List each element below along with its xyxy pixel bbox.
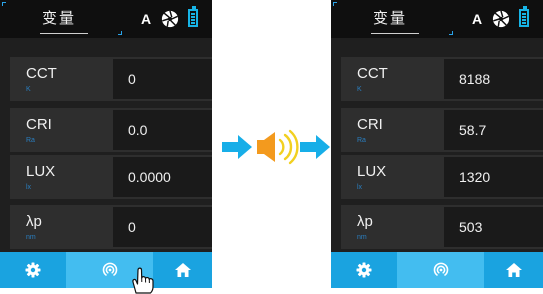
footer-bar	[0, 252, 212, 288]
right-arrow-icon	[222, 135, 252, 159]
lux-unit: lx	[357, 184, 363, 191]
device-screen-after: 变量 A CCT K 8188 CRI Ra 58.7 LUX lx 1320 …	[331, 0, 543, 288]
lux-label: LUX	[357, 163, 387, 180]
header-bar: 变量 A	[331, 0, 543, 38]
peak-wavelength-label: λp	[357, 213, 373, 230]
home-icon	[174, 263, 191, 277]
cct-value: 8188	[444, 59, 543, 99]
measure-icon	[102, 262, 117, 276]
cri-unit: Ra	[357, 137, 366, 144]
cri-row: CRI Ra 58.7	[341, 108, 543, 152]
cct-label: CCT	[26, 65, 57, 82]
cri-label: CRI	[357, 116, 383, 133]
lux-row: LUX lx 1320	[341, 155, 543, 199]
peak-wavelength-row: λp nm 503	[341, 205, 543, 249]
peak-wavelength-value: 0	[113, 207, 212, 247]
peak-wavelength-unit: nm	[357, 234, 367, 241]
pointing-hand-icon	[132, 267, 154, 294]
settings-icon	[25, 262, 41, 278]
peak-wavelength-row: λp nm 0	[10, 205, 212, 249]
settings-icon	[356, 262, 372, 278]
cct-row: CCT K 8188	[341, 57, 543, 101]
settings-button[interactable]	[0, 252, 66, 288]
lux-unit: lx	[26, 184, 32, 191]
title-underline	[371, 33, 419, 34]
peak-wavelength-unit: nm	[26, 234, 36, 241]
corner-mark	[118, 31, 122, 35]
cri-value: 0.0	[113, 110, 212, 150]
right-arrow-icon	[300, 135, 330, 159]
lux-value: 1320	[444, 157, 543, 197]
lux-value: 0.0000	[113, 157, 212, 197]
peak-wavelength-label: λp	[26, 213, 42, 230]
footer-bar	[331, 252, 543, 288]
settings-button[interactable]	[331, 252, 397, 288]
home-icon	[505, 263, 522, 277]
battery-icon	[188, 6, 198, 27]
cct-label: CCT	[357, 65, 388, 82]
cri-row: CRI Ra 0.0	[10, 108, 212, 152]
cri-unit: Ra	[26, 137, 35, 144]
cct-unit: K	[357, 86, 362, 93]
cct-unit: K	[26, 86, 31, 93]
aperture-icon[interactable]	[492, 10, 510, 28]
home-button[interactable]	[484, 252, 543, 288]
cri-value: 58.7	[444, 110, 543, 150]
cct-value: 0	[113, 59, 212, 99]
mode-label: A	[141, 11, 152, 27]
lux-label: LUX	[26, 163, 56, 180]
battery-icon	[519, 6, 529, 27]
aperture-icon[interactable]	[161, 10, 179, 28]
measure-button[interactable]	[397, 252, 484, 288]
cct-row: CCT K 0	[10, 57, 212, 101]
measure-icon	[433, 262, 448, 276]
device-screen-before: 变量 A CCT K 0 CRI Ra 0.0 LUX lx 0.0000 λp…	[0, 0, 212, 288]
peak-wavelength-value: 503	[444, 207, 543, 247]
header-bar: 变量 A	[0, 0, 212, 38]
mode-label: A	[472, 11, 483, 27]
title-underline	[40, 33, 88, 34]
lux-row: LUX lx 0.0000	[10, 155, 212, 199]
speaker-icon	[257, 129, 299, 165]
corner-mark	[449, 31, 453, 35]
cri-label: CRI	[26, 116, 52, 133]
